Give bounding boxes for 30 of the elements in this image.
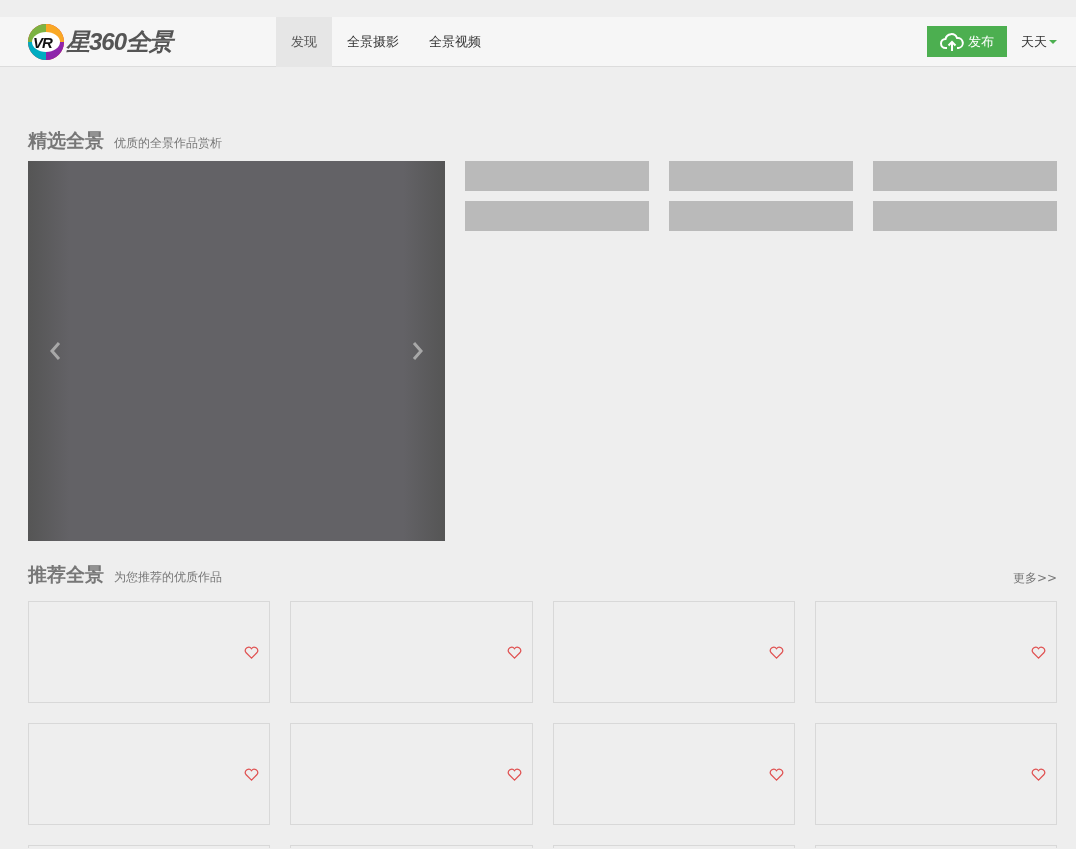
section-subtitle: 为您推荐的优质作品 — [114, 569, 222, 586]
thumbnail-placeholder[interactable] — [873, 161, 1057, 191]
chevron-left-icon[interactable] — [49, 341, 61, 361]
thumbnail-placeholder[interactable] — [465, 161, 649, 191]
more-link[interactable]: 更多>> — [1012, 569, 1057, 587]
logo-text: 星360全景 — [66, 26, 173, 57]
heart-icon[interactable] — [768, 645, 784, 659]
thumbnail-placeholder[interactable] — [669, 161, 853, 191]
upload-cloud-icon — [940, 31, 964, 52]
logo-icon — [28, 23, 64, 60]
nav-tab[interactable]: 全景摄影 — [332, 16, 414, 67]
heart-icon[interactable] — [1031, 767, 1046, 781]
logo-mark-text: VR — [33, 33, 52, 51]
user-menu[interactable]: 天天 — [1021, 32, 1057, 51]
thumbnail-placeholder[interactable] — [669, 201, 853, 231]
section-subtitle: 优质的全景作品赏析 — [114, 135, 222, 152]
heart-icon[interactable] — [244, 645, 260, 659]
nav-tab[interactable]: 发现 — [276, 16, 332, 67]
section-title: 推荐全景 — [28, 562, 104, 587]
heart-icon[interactable] — [244, 767, 260, 781]
heart-icon[interactable] — [768, 767, 784, 781]
chevron-right-icon[interactable] — [412, 341, 424, 361]
thumbnail-placeholder[interactable] — [465, 201, 649, 231]
caret-icon — [1049, 39, 1057, 44]
thumbnail-placeholder[interactable] — [873, 201, 1057, 231]
section-title: 精选全景 — [28, 128, 104, 153]
heart-icon[interactable] — [1031, 645, 1046, 659]
heart-icon[interactable] — [506, 645, 522, 659]
heart-icon[interactable] — [506, 767, 522, 781]
nav-tab[interactable]: 全景视频 — [414, 16, 496, 67]
